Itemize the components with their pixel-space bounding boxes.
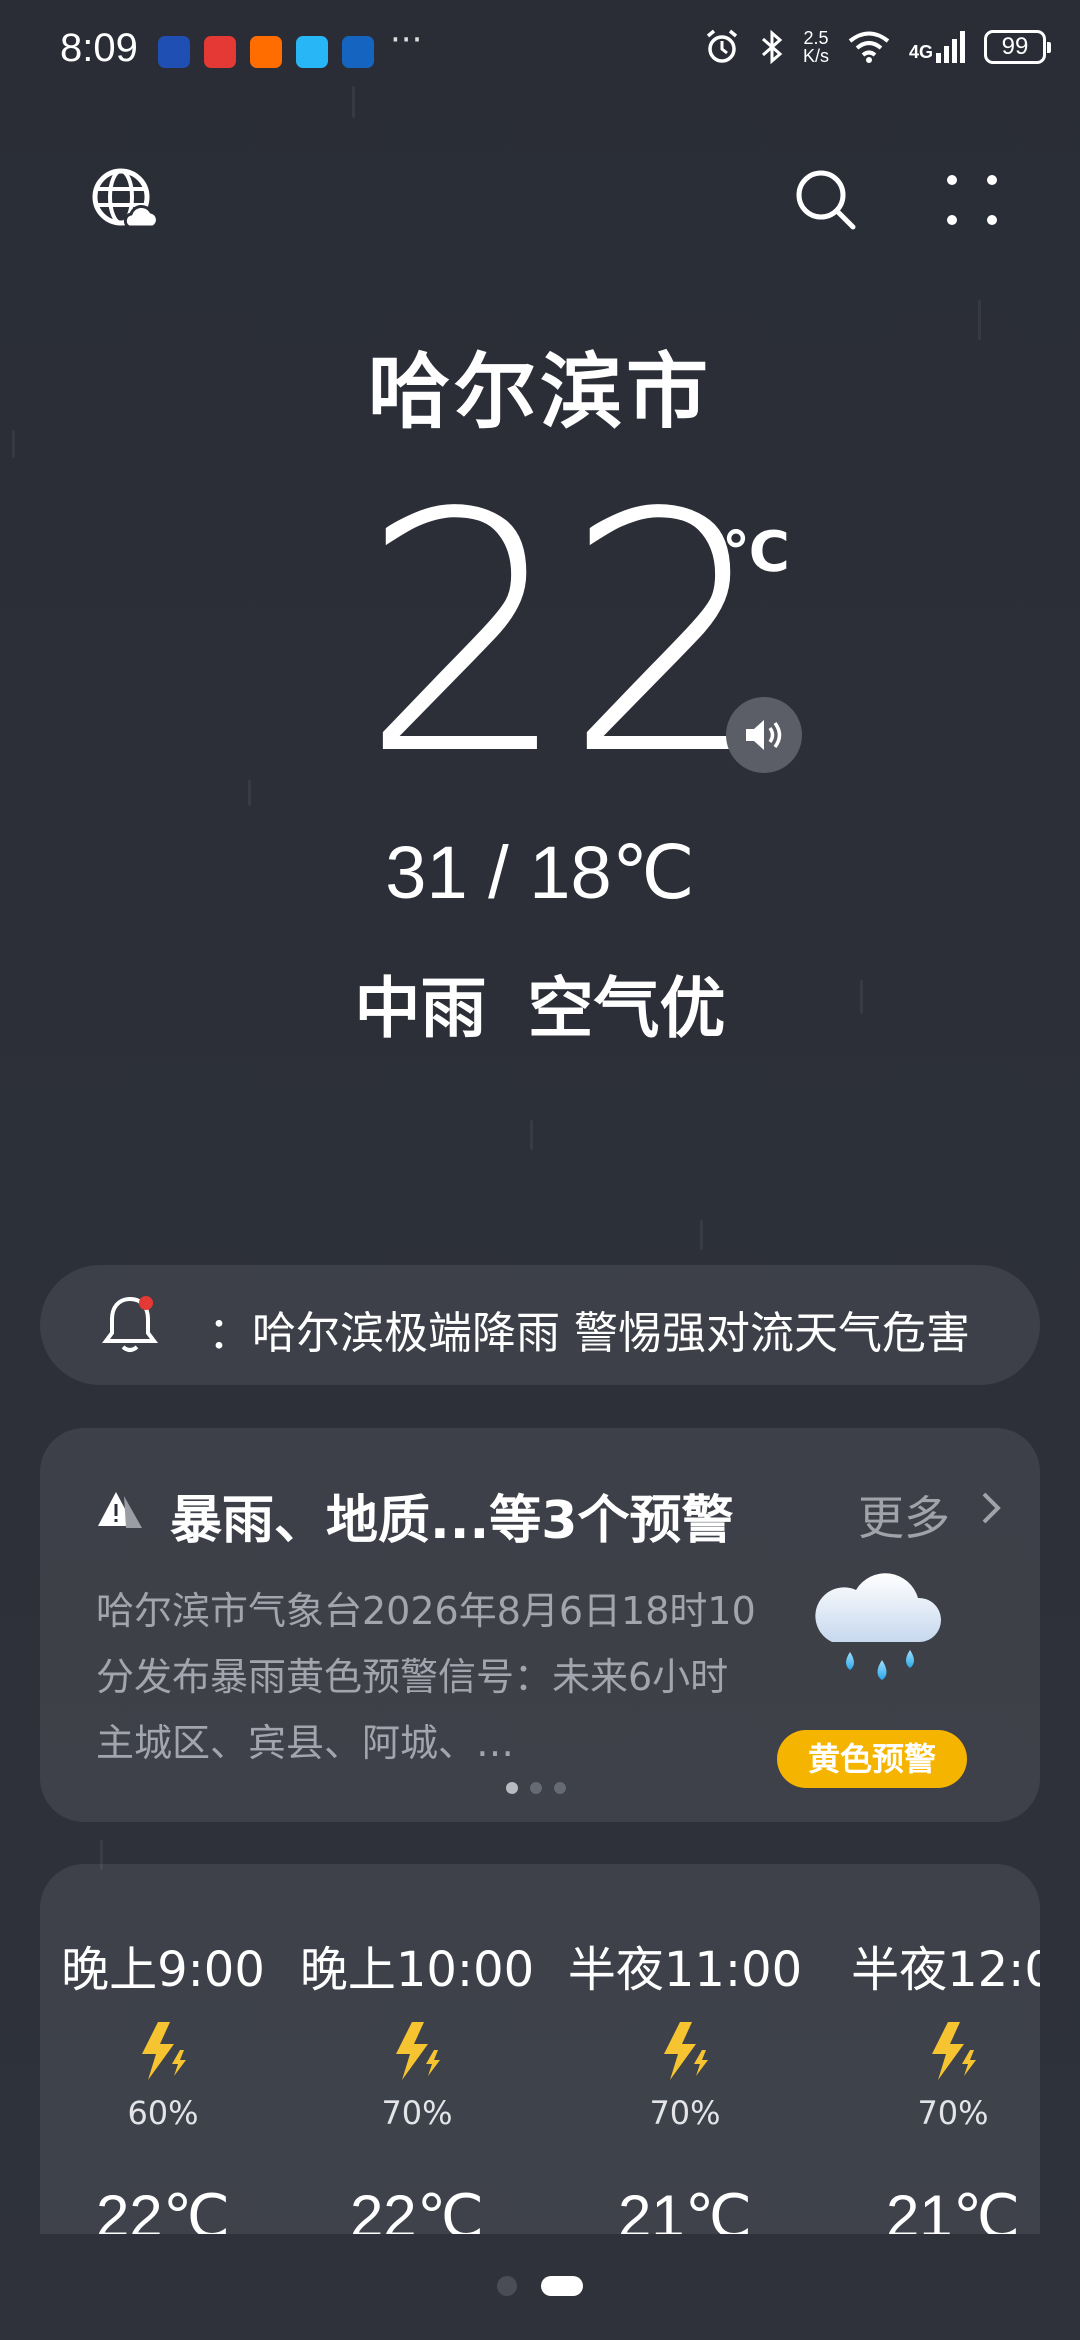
hour-temperature: 21℃ [885, 2183, 1021, 2234]
city-manage-button[interactable] [84, 160, 164, 240]
signal-bars-icon [936, 31, 965, 63]
warning-card[interactable]: 暴雨、地质...等3个预警 更多 哈尔滨市气象台2026年8月6日18时10分发… [40, 1428, 1040, 1822]
app-notification-icon [296, 36, 328, 68]
rain-cloud-icon [815, 1573, 942, 1680]
page-dot[interactable] [497, 2276, 517, 2296]
network-type: 4G [908, 42, 933, 62]
pager-dot [554, 1782, 566, 1794]
hour-time: 半夜12:0 [851, 1942, 1040, 1998]
grid-dots-icon [947, 175, 997, 225]
marquee-text: ：哈尔滨极端降雨 警惕强对流天气危害 [208, 1308, 970, 1359]
more-warnings-label: 更多 [858, 1491, 950, 1545]
pager-dot [506, 1782, 518, 1794]
chevron-right-icon[interactable] [980, 1490, 1002, 1526]
status-bar: 8:09 ··· 2.5 K/s 4G 99 [0, 0, 1080, 100]
app-notification-icon [204, 36, 236, 68]
precipitation-probability: 70% [649, 2094, 721, 2132]
bluetooth-icon [761, 29, 783, 65]
temperature-unit: ℃ [722, 520, 790, 585]
city-page-indicator [0, 2276, 1080, 2296]
current-temperature: 22 [360, 443, 774, 827]
hourly-forecast-card[interactable]: 晚上9:00 60% 22℃ 晚上10:00 70% 22℃ 半夜11:00 7… [40, 1864, 1040, 2234]
thunder-icon [828, 2020, 1040, 2082]
page-dot-active[interactable] [541, 2276, 583, 2296]
alarm-icon [706, 29, 738, 63]
app-notification-icon [158, 36, 190, 68]
hour-temperature: 22℃ [95, 2183, 231, 2234]
warning-triangle-icon [98, 1492, 142, 1528]
city-name: 哈尔滨市 [367, 345, 712, 440]
hour-time: 晚上10:00 [299, 1942, 535, 1998]
status-app-icons [158, 36, 374, 68]
search-button[interactable] [786, 160, 866, 240]
hour-temperature: 21℃ [617, 2183, 753, 2234]
app-notification-icon [342, 36, 374, 68]
thunder-icon [40, 2020, 288, 2082]
network-speed-unit: K/s [802, 46, 829, 66]
cellular-signal: 4G [909, 31, 966, 63]
warning-level-badge: 黄色预警 [777, 1730, 967, 1788]
bell-icon [100, 1293, 160, 1359]
precipitation-probability: 70% [381, 2094, 453, 2132]
status-overflow-indicator: ··· [390, 20, 423, 60]
news-marquee[interactable]: ：哈尔滨极端降雨 警惕强对流天气危害 [40, 1265, 1040, 1385]
search-icon [796, 170, 856, 230]
network-speed-value: 2.5 [803, 28, 829, 48]
speaker-icon [746, 720, 782, 750]
hour-time: 晚上9:00 [61, 1942, 265, 1998]
status-time: 8:09 [60, 26, 138, 70]
pager-dot [530, 1782, 542, 1794]
thunder-icon [292, 2020, 542, 2082]
voice-broadcast-button[interactable] [726, 697, 802, 773]
battery-indicator: 99 [984, 30, 1051, 64]
warning-description: 哈尔滨市气象台2026年8月6日18时10分发布暴雨黄色预警信号：未来6小时主城… [96, 1589, 756, 1765]
temperature-range: 31 / 18℃ [385, 831, 695, 914]
hour-time: 半夜11:00 [567, 1942, 803, 1998]
hour-temperature: 22℃ [349, 2183, 485, 2234]
globe-cloud-icon [92, 168, 159, 229]
app-notification-icon [250, 36, 282, 68]
thunder-icon [560, 2020, 810, 2082]
more-menu-button[interactable] [932, 160, 1012, 240]
network-speed: 2.5 K/s [803, 29, 829, 65]
warning-title: 暴雨、地质...等3个预警 [170, 1491, 734, 1551]
precipitation-probability: 60% [127, 2094, 199, 2132]
wifi-icon [848, 31, 890, 63]
precipitation-probability: 70% [917, 2094, 989, 2132]
warning-pager [506, 1782, 566, 1794]
weather-condition[interactable]: 中雨 空气优 [0, 955, 1080, 1051]
more-warnings-link[interactable]: 更多 [858, 1482, 950, 1548]
